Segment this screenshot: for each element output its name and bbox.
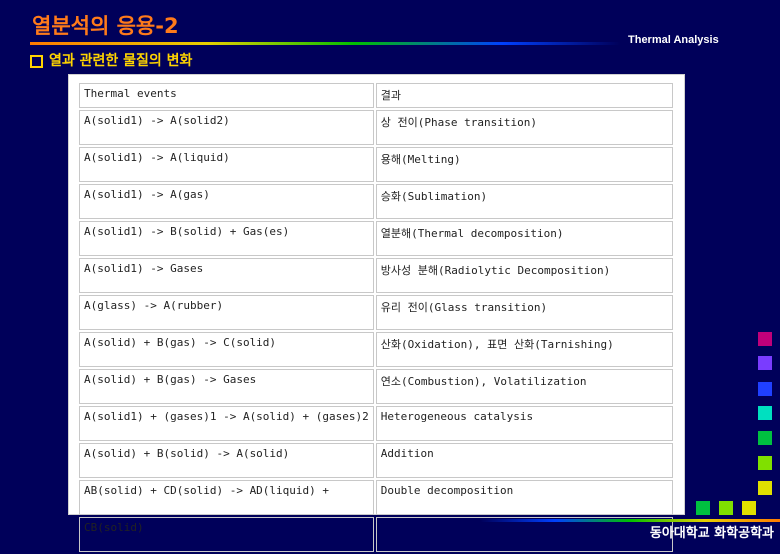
result-cell: 열분해(Thermal decomposition)	[375, 221, 673, 256]
result-cell: 용해(Melting)	[375, 147, 673, 182]
table-row: A(solid1) -> A(liquid) 용해(Melting)	[79, 147, 673, 182]
table-row: CB(solid)	[79, 517, 673, 552]
checkbox-bullet-icon	[30, 54, 43, 68]
deco-square	[758, 356, 772, 370]
event-cell: A(solid) + B(solid) -> A(solid)	[79, 443, 374, 478]
event-cell: A(solid) + B(gas) -> Gases	[79, 369, 374, 404]
slide-subtitle: 열과 관련한 물질의 변화	[30, 50, 192, 70]
table-panel: Thermal events 결과 A(solid1) -> A(solid2)…	[68, 74, 685, 552]
event-cell: A(solid1) -> B(solid) + Gas(es)	[79, 221, 374, 256]
header-result: 결과	[375, 83, 673, 108]
table-row: AB(solid) + CD(solid) -> AD(liquid) + Do…	[79, 480, 673, 515]
deco-square	[696, 501, 710, 515]
table-row: A(solid1) + (gases)1 -> A(solid) + (gase…	[79, 406, 673, 441]
subtitle-text: 열과 관련한 물질의 변화	[49, 53, 193, 69]
title-divider	[30, 42, 620, 45]
event-cell: CB(solid)	[79, 517, 374, 552]
deco-square	[758, 332, 772, 346]
deco-square	[719, 501, 733, 515]
event-cell: AB(solid) + CD(solid) -> AD(liquid) +	[79, 480, 374, 515]
result-cell: 유리 전이(Glass transition)	[375, 295, 673, 330]
table-row: A(solid1) -> B(solid) + Gas(es) 열분해(Ther…	[79, 221, 673, 256]
deco-square	[742, 501, 756, 515]
result-cell	[375, 517, 673, 552]
table-header-row: Thermal events 결과	[79, 83, 673, 108]
event-cell: A(solid) + B(gas) -> C(solid)	[79, 332, 374, 367]
result-cell: 방사성 분해(Radiolytic Decomposition)	[375, 258, 673, 293]
result-cell: 상 전이(Phase transition)	[375, 110, 673, 145]
table-row: A(solid) + B(gas) -> C(solid) 산화(Oxidati…	[79, 332, 673, 367]
table-row: A(glass) -> A(rubber) 유리 전이(Glass transi…	[79, 295, 673, 330]
slide-title: 열분석의 응용-2	[32, 14, 179, 38]
event-cell: A(solid1) -> A(gas)	[79, 184, 374, 219]
thermal-events-table: Thermal events 결과 A(solid1) -> A(solid2)…	[77, 81, 675, 554]
table-row: A(solid1) -> Gases 방사성 분해(Radiolytic Dec…	[79, 258, 673, 293]
deco-square	[758, 382, 772, 396]
event-cell: A(solid1) -> Gases	[79, 258, 374, 293]
result-cell: Addition	[375, 443, 673, 478]
result-cell: 산화(Oxidation), 표면 산화(Tarnishing)	[375, 332, 673, 367]
table-row: A(solid1) -> A(solid2) 상 전이(Phase transi…	[79, 110, 673, 145]
header-thermal-events: Thermal events	[79, 83, 374, 108]
deco-square	[758, 406, 772, 420]
deco-square	[758, 431, 772, 445]
table-row: A(solid) + B(solid) -> A(solid) Addition	[79, 443, 673, 478]
event-cell: A(solid1) -> A(liquid)	[79, 147, 374, 182]
result-cell: Heterogeneous catalysis	[375, 406, 673, 441]
event-cell: A(solid1) -> A(solid2)	[79, 110, 374, 145]
footer-department: 동아대학교 화학공학과	[649, 526, 774, 541]
table-row: A(solid) + B(gas) -> Gases 연소(Combustion…	[79, 369, 673, 404]
result-cell: Double decomposition	[375, 480, 673, 515]
result-cell: 연소(Combustion), Volatilization	[375, 369, 673, 404]
deco-square	[758, 456, 772, 470]
result-cell: 승화(Sublimation)	[375, 184, 673, 219]
event-cell: A(glass) -> A(rubber)	[79, 295, 374, 330]
table-row: A(solid1) -> A(gas) 승화(Sublimation)	[79, 184, 673, 219]
section-tag: Thermal Analysis	[628, 34, 719, 46]
deco-square	[758, 481, 772, 495]
event-cell: A(solid1) + (gases)1 -> A(solid) + (gase…	[79, 406, 374, 441]
